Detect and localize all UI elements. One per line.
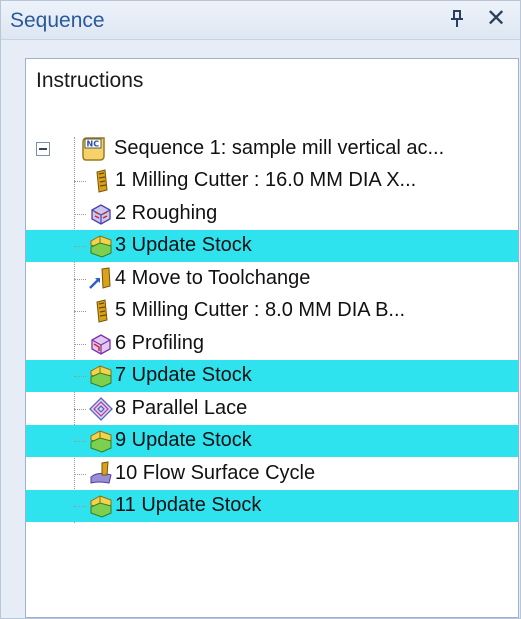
tree-guide-connector: [74, 506, 86, 507]
move-to-toolchange-icon: [88, 266, 114, 292]
update-stock-icon: [88, 428, 114, 454]
tree-item[interactable]: 3 Update Stock: [26, 230, 518, 262]
tree-guide-connector: [74, 246, 86, 247]
tree-guide-connector: [74, 181, 86, 182]
flow-surface-cycle-icon: [88, 461, 114, 487]
tree-guide-connector: [74, 311, 86, 312]
milling-cutter-icon: [88, 168, 114, 194]
instructions-tree: Instructions NC Sequence 1: sample mill …: [25, 58, 519, 618]
close-icon[interactable]: ✕: [484, 6, 508, 32]
tree-item[interactable]: 7 Update Stock: [26, 360, 518, 392]
tree-item-label: 11 Update Stock: [115, 494, 262, 516]
parallel-lace-icon: [88, 396, 114, 422]
tree-header: Instructions: [36, 69, 144, 92]
update-stock-icon: [88, 493, 114, 519]
tree-guide-connector: [74, 474, 86, 475]
tree-guide-connector: [74, 214, 86, 215]
tree-item[interactable]: 9 Update Stock: [26, 425, 518, 457]
tree-item-label: 10 Flow Surface Cycle: [115, 462, 316, 484]
tree-guide-connector: [74, 344, 86, 345]
tree-item-label: 7 Update Stock: [115, 364, 252, 386]
tree-item-label: 9 Update Stock: [115, 429, 252, 451]
nc-sequence-icon: NC: [80, 136, 106, 162]
tree-guide-connector: [74, 409, 86, 410]
panel-title: Sequence: [10, 9, 105, 32]
tree-item[interactable]: 2 Roughing: [26, 198, 518, 230]
tree-item-label: 1 Milling Cutter : 16.0 MM DIA X...: [115, 169, 417, 191]
tree-item[interactable]: 8 Parallel Lace: [26, 393, 518, 425]
tree-item[interactable]: 11 Update Stock: [26, 490, 518, 522]
pin-icon[interactable]: [446, 8, 468, 30]
milling-cutter-icon: [88, 298, 114, 324]
tree-item[interactable]: 6 Profiling: [26, 328, 518, 360]
tree-guide-connector: [74, 376, 86, 377]
roughing-icon: [88, 201, 114, 227]
tree-item-label: 5 Milling Cutter : 8.0 MM DIA B...: [115, 299, 406, 321]
tree-root-row[interactable]: NC Sequence 1: sample mill vertical ac..…: [26, 133, 518, 165]
svg-text:NC: NC: [87, 140, 100, 149]
tree-item[interactable]: 10 Flow Surface Cycle: [26, 458, 518, 490]
tree-guide-connector: [74, 279, 86, 280]
tree-item-label: 3 Update Stock: [115, 234, 252, 256]
tree-item[interactable]: 5 Milling Cutter : 8.0 MM DIA B...: [26, 295, 518, 327]
tree-item[interactable]: 1 Milling Cutter : 16.0 MM DIA X...: [26, 165, 518, 197]
tree-item-label: 2 Roughing: [115, 202, 218, 224]
tree-item-label: 8 Parallel Lace: [115, 397, 248, 419]
tree-item-label: 6 Profiling: [115, 332, 204, 354]
profiling-icon: [88, 331, 114, 357]
tree-item[interactable]: 4 Move to Toolchange: [26, 263, 518, 295]
tree-guide-connector: [74, 441, 86, 442]
sequence-panel: Sequence ✕ Instructions NC Sequence 1: s…: [0, 0, 521, 619]
tree-root-label: Sequence 1: sample mill vertical ac...: [114, 137, 445, 159]
tree-item-label: 4 Move to Toolchange: [115, 267, 311, 289]
panel-titlebar: Sequence ✕: [1, 1, 520, 40]
update-stock-icon: [88, 233, 114, 259]
update-stock-icon: [88, 363, 114, 389]
